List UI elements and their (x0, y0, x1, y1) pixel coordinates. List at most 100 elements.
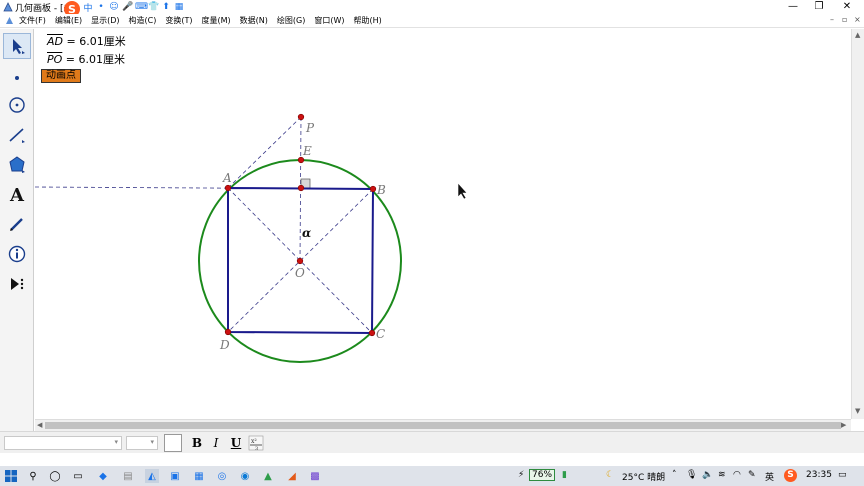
doc-close-button[interactable]: × (854, 15, 861, 24)
text-tool[interactable]: A (3, 182, 31, 208)
polygon-tool[interactable] (3, 152, 31, 178)
label-o[interactable]: O (295, 266, 305, 280)
point-c[interactable] (368, 329, 376, 337)
minimize-button[interactable]: — (780, 0, 806, 14)
ime-chinese-mode-icon[interactable]: 中 (83, 1, 93, 14)
weather-moon-icon[interactable]: ☾ (606, 470, 614, 480)
taskbar-app-8-icon[interactable]: ▩ (308, 469, 322, 483)
scroll-left-icon[interactable]: ◀ (37, 421, 42, 429)
menu-file[interactable]: 文件(F) (19, 15, 46, 26)
label-a[interactable]: A (222, 171, 232, 185)
menu-graph[interactable]: 绘图(G) (277, 15, 305, 26)
menu-construct[interactable]: 构造(C) (129, 15, 157, 26)
close-button[interactable]: ✕ (834, 0, 860, 14)
chevron-up-icon[interactable]: ˄ (672, 470, 677, 480)
ime-language-indicator[interactable]: 英 (765, 470, 774, 483)
weather-text[interactable]: 25°C 晴朗 (622, 470, 665, 483)
ime-keyboard-icon[interactable]: ⌨ (135, 2, 148, 12)
doc-restore-button[interactable]: ▫ (842, 15, 847, 24)
ime-upload-icon[interactable]: ⬆ (161, 2, 171, 12)
battery-percent[interactable]: 76% (529, 469, 556, 481)
ime-emoji-icon[interactable]: ☺ (109, 2, 119, 12)
mouse-cursor-icon (457, 182, 468, 200)
label-b[interactable]: B (376, 183, 386, 197)
straightedge-tool[interactable] (3, 122, 31, 148)
arrow-select-tool[interactable] (3, 33, 31, 59)
font-family-select[interactable]: ▾ (4, 436, 122, 450)
network-icon[interactable]: ≋ (718, 470, 726, 480)
taskbar-app-3-icon[interactable]: ▣ (168, 469, 182, 483)
taskbar-app-7-icon[interactable]: ◢ (285, 469, 299, 483)
dashed-segment-ap[interactable] (227, 116, 302, 189)
ime-voice-icon[interactable]: 🎤 (122, 2, 133, 12)
document-icon[interactable] (5, 16, 14, 25)
menu-edit[interactable]: 编辑(E) (55, 15, 82, 26)
battery-icon[interactable]: ▮ (562, 470, 567, 480)
scroll-down-icon[interactable]: ▼ (855, 407, 860, 415)
wifi-icon[interactable]: ◠ (733, 470, 741, 480)
taskbar-app-4-icon[interactable]: ▦ (192, 469, 206, 483)
compass-tool[interactable] (3, 92, 31, 118)
label-e[interactable]: E (302, 144, 312, 158)
pen-icon[interactable]: ✎ (748, 470, 756, 480)
doc-minimize-button[interactable]: – (830, 15, 834, 24)
menu-window[interactable]: 窗口(W) (314, 15, 344, 26)
svg-text:3: 3 (255, 446, 258, 451)
sketch-canvas[interactable]: AD = 6.01厘米 PO = 6.01厘米 动画点 P E A B O C … (35, 29, 851, 419)
label-alpha[interactable]: α (302, 226, 311, 240)
menu-transform[interactable]: 变换(T) (165, 15, 192, 26)
microphone-icon[interactable]: 🎙 (686, 470, 697, 480)
battery-plug-icon[interactable]: ⚡ (518, 470, 524, 480)
horizontal-scrollbar[interactable]: ◀ ▶ (35, 419, 851, 431)
ime-toolbar[interactable]: S 中 • ☺ 🎤 ⌨ 👕 ⬆ ▦ (64, 0, 184, 17)
vertical-scrollbar[interactable]: ▲ ▼ (851, 29, 864, 419)
point-d[interactable] (224, 328, 232, 336)
taskbar-app-2-icon[interactable]: ▤ (121, 469, 135, 483)
point-b[interactable] (369, 185, 377, 193)
label-c[interactable]: C (376, 327, 385, 341)
windows-start-icon[interactable] (4, 469, 18, 483)
point-p[interactable] (297, 113, 305, 121)
menu-number[interactable]: 数据(N) (240, 15, 268, 26)
text-color-picker[interactable] (164, 434, 182, 452)
point-foot[interactable] (297, 184, 305, 192)
edge-browser-icon[interactable]: ◉ (238, 469, 252, 483)
custom-tools[interactable] (3, 271, 31, 297)
point-e[interactable] (297, 156, 305, 164)
taskbar-sketchpad-icon[interactable]: ◭ (145, 469, 159, 483)
bold-button[interactable]: B (189, 435, 205, 451)
scroll-right-icon[interactable]: ▶ (841, 421, 846, 429)
font-size-select[interactable]: ▾ (126, 436, 158, 450)
point-a[interactable] (224, 184, 232, 192)
task-view-icon[interactable]: ▭ (71, 469, 85, 483)
cortana-icon[interactable]: ◯ (48, 469, 62, 483)
point-tool[interactable] (3, 63, 31, 89)
italic-button[interactable]: I (208, 435, 224, 451)
label-p[interactable]: P (305, 121, 315, 135)
volume-icon[interactable]: 🔈 (702, 470, 713, 480)
sogou-tray-icon[interactable]: S (784, 469, 797, 482)
marker-tool[interactable] (3, 211, 31, 237)
math-format-icon[interactable]: x² 3 (248, 435, 264, 451)
ime-skin-icon[interactable]: 👕 (148, 2, 159, 12)
menu-measure[interactable]: 度量(M) (202, 15, 231, 26)
menu-display[interactable]: 显示(D) (91, 15, 119, 26)
taskbar-app-1-icon[interactable]: ◆ (96, 469, 110, 483)
geometer-sketchpad-app-icon (3, 2, 13, 12)
taskbar-app-6-icon[interactable]: ▲ (261, 469, 275, 483)
pen-icon (10, 218, 23, 231)
menu-help[interactable]: 帮助(H) (354, 15, 382, 26)
point-o[interactable] (296, 257, 304, 265)
underline-button[interactable]: U (228, 435, 244, 451)
information-tool[interactable] (3, 241, 31, 267)
ime-toolbox-icon[interactable]: ▦ (174, 2, 184, 12)
ime-punctuation-icon[interactable]: • (96, 2, 106, 12)
search-icon[interactable]: ⚲ (26, 469, 40, 483)
clock-time[interactable]: 23:35 (806, 470, 832, 480)
scroll-up-icon[interactable]: ▲ (855, 31, 860, 39)
label-d[interactable]: D (219, 338, 230, 352)
horizontal-scroll-thumb[interactable] (45, 422, 841, 429)
restore-button[interactable]: ❐ (806, 0, 832, 14)
notification-icon[interactable]: ▭ (838, 470, 847, 480)
taskbar-app-5-icon[interactable]: ◎ (215, 469, 229, 483)
